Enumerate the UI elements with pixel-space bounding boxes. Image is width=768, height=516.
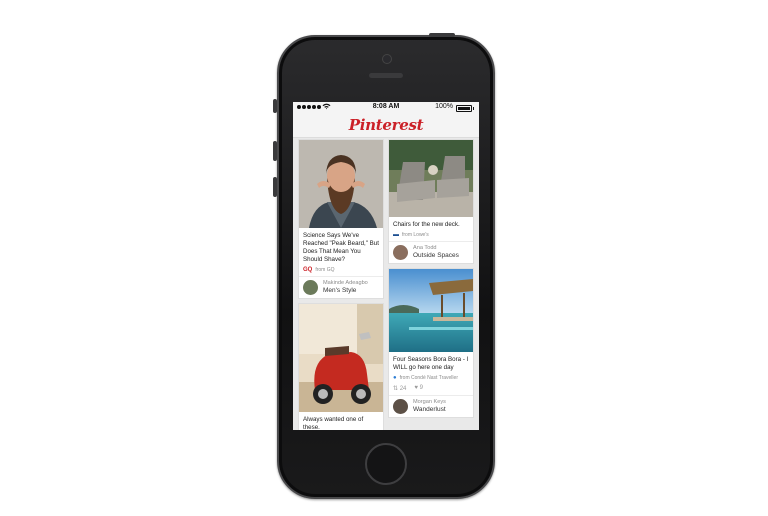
pin-description: Science Says We've Reached "Peak Beard,"… [303,232,379,263]
board-name: Wanderlust [413,406,446,413]
repin-icon: ⇅ [393,386,399,392]
status-bar: 8:08 AM 100% [293,102,479,114]
pin-card[interactable]: Four Seasons Bora Bora - I WILL go here … [389,269,473,417]
pin-source-label: from Lowe's [402,232,429,238]
pin-image-bearded-man[interactable] [299,140,383,228]
pin-card[interactable]: Science Says We've Reached "Peak Beard,"… [299,140,383,298]
volume-up-button [273,141,277,161]
pinner-name: Morgan Keys [413,399,446,405]
repin-count[interactable]: ⇅ 24 [393,385,406,392]
feed-column-right: Chairs for the new deck. ▬ from Lowe's A… [389,140,473,423]
pin-description: Always wanted one of these. [303,416,364,430]
board-name: Men's Style [323,287,357,294]
pin-pinner[interactable]: Ana Todd Outside Spaces [389,241,473,263]
earpiece-speaker [369,73,403,78]
app-header: Pinterest [293,114,479,138]
pin-source[interactable]: GQ from GQ [299,266,383,276]
pin-pinner[interactable]: Makinde Adeagbo Men's Style [299,276,383,298]
location-pin-icon: ● [393,375,397,381]
power-button [429,33,455,37]
repin-count-value: 24 [399,386,407,392]
pin-feed[interactable]: Science Says We've Reached "Peak Beard,"… [293,138,479,430]
pin-image-bora-bora[interactable] [389,269,473,352]
pinner-name: Ana Todd [413,245,437,251]
pinterest-logo[interactable]: Pinterest [293,116,479,134]
like-count[interactable]: ♥ 9 [414,385,423,392]
pin-source[interactable]: ▬ from Lowe's [389,231,473,241]
board-name: Outside Spaces [413,252,459,259]
pin-image-deck-chairs[interactable] [389,140,473,217]
mute-switch [273,99,277,113]
pin-description: Chairs for the new deck. [393,221,460,228]
avatar [393,245,408,260]
pin-source-label: from Condé Nast Traveller [399,375,458,381]
pin-card[interactable]: Always wanted one of these. [299,304,383,430]
gq-source-icon: GQ [303,267,313,273]
heart-icon: ♥ [414,385,418,391]
pin-stats: ⇅ 24 ♥ 9 [389,384,473,395]
pinner-name: Makinde Adeagbo [323,280,368,286]
like-count-value: 9 [419,385,423,391]
pin-image-red-scooter[interactable] [299,304,383,412]
home-button[interactable] [365,443,407,485]
avatar [303,280,318,295]
battery-icon [456,105,474,112]
pin-pinner[interactable]: Morgan Keys Wanderlust [389,395,473,417]
pin-source-label: from GQ [315,267,335,273]
phone-frame: 8:08 AM 100% Pinterest Science Says We'v… [273,33,495,499]
feed-column-left: Science Says We've Reached "Peak Beard,"… [299,140,383,430]
front-camera [382,54,392,64]
battery-percent: 100% [435,103,453,110]
screen: 8:08 AM 100% Pinterest Science Says We'v… [293,102,479,430]
volume-down-button [273,177,277,197]
pin-card[interactable]: Chairs for the new deck. ▬ from Lowe's A… [389,140,473,263]
lowes-source-icon: ▬ [393,232,399,238]
pin-description: Four Seasons Bora Bora - I WILL go here … [393,356,469,371]
pin-source[interactable]: ● from Condé Nast Traveller [389,374,473,384]
avatar [393,399,408,414]
